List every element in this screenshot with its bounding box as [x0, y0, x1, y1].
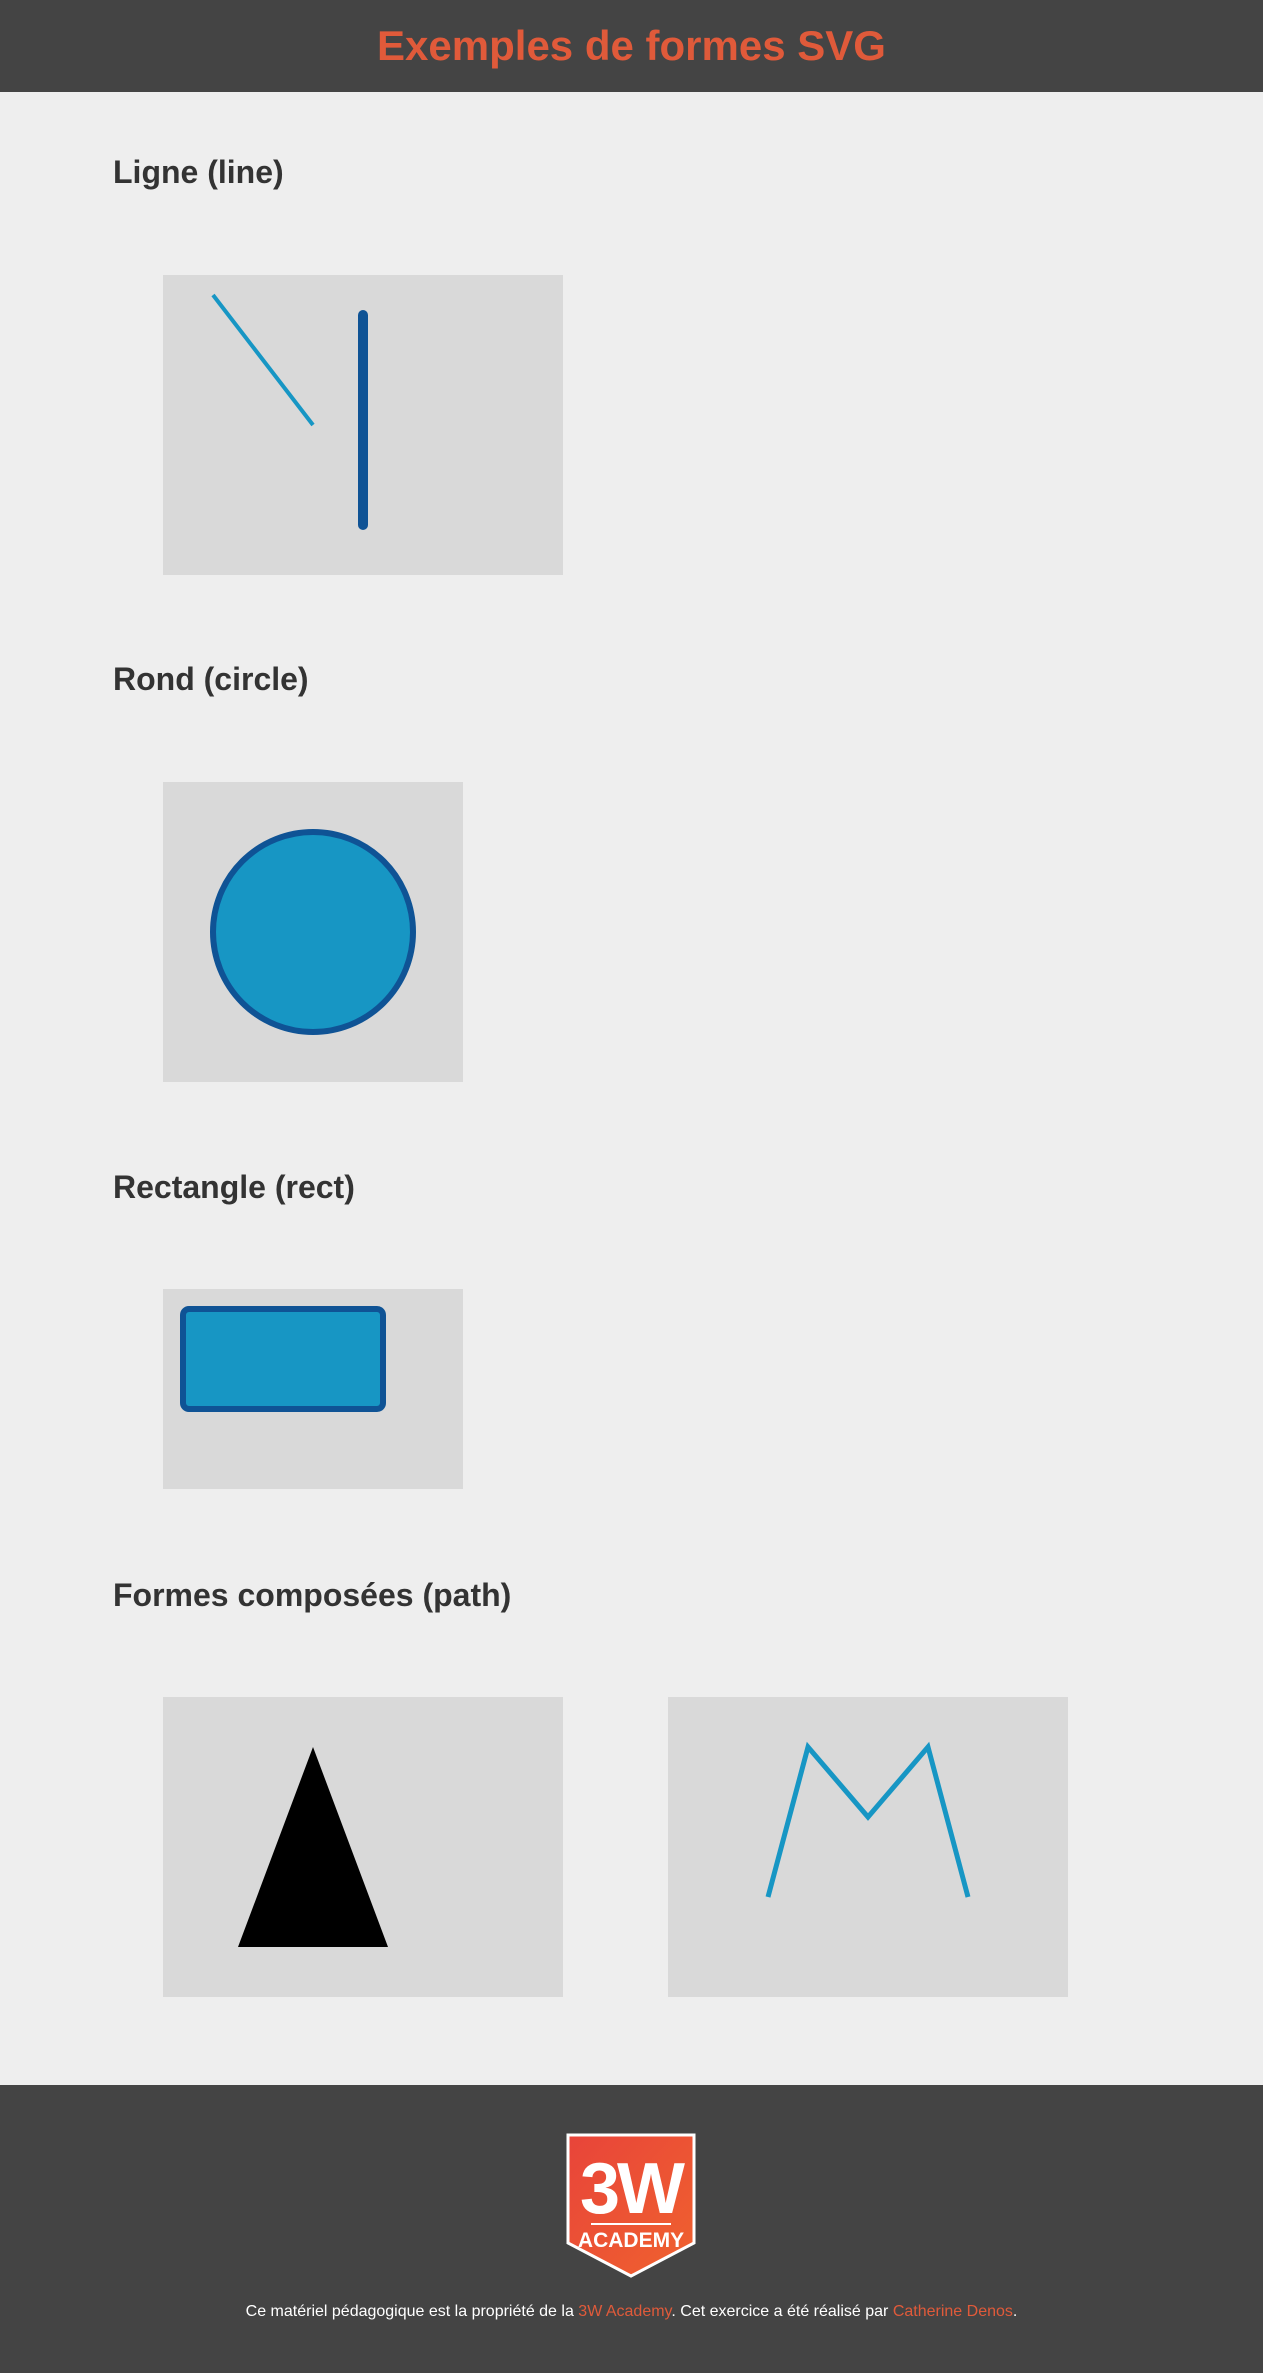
- rect-example-svg: [180, 1306, 386, 1412]
- section-title-circle: Rond (circle): [113, 661, 309, 697]
- credits-suffix: .: [1012, 2303, 1018, 2320]
- triangle-path: [238, 1747, 388, 1947]
- credits-prefix: Ce matériel pédagogique est la propriété…: [245, 2303, 579, 2320]
- academy-link[interactable]: 3W Academy: [578, 2303, 671, 2320]
- line-example-box: [163, 275, 563, 575]
- path-m-svg: [765, 1741, 971, 1898]
- logo-text-3w: 3W: [580, 2149, 685, 2229]
- section-title-line: Ligne (line): [113, 154, 284, 190]
- footer-credits: Ce matériel pédagogique est la propriété…: [0, 2303, 1263, 2321]
- page-title: Exemples de formes SVG: [377, 22, 886, 69]
- path-triangle-box: [163, 1697, 563, 1997]
- credits-middle: . Cet exercice a été réalisé par: [671, 2303, 893, 2320]
- section-title-path: Formes composées (path): [113, 1577, 512, 1613]
- page-footer: 3W ACADEMY Ce matériel pédagogique est l…: [0, 2085, 1263, 2373]
- path-triangle-svg: [238, 1747, 388, 1947]
- circle-shape: [210, 829, 416, 1035]
- m-shape-path: [765, 1741, 971, 1898]
- rect-shape: [180, 1306, 386, 1412]
- author-link[interactable]: Catherine Denos: [893, 2303, 1013, 2320]
- thin-line: [211, 293, 315, 427]
- path-m-box: [668, 1697, 1068, 1997]
- rect-example-box: [163, 1289, 463, 1489]
- section-title-rect: Rectangle (rect): [113, 1169, 355, 1205]
- page-header: Exemples de formes SVG: [0, 0, 1263, 92]
- logo-text-academy: ACADEMY: [578, 2229, 684, 2252]
- 3w-academy-logo[interactable]: 3W ACADEMY: [566, 2133, 696, 2278]
- line-example-svg: [211, 293, 368, 530]
- circle-example-box: [163, 782, 463, 1082]
- circle-example-svg: [210, 829, 416, 1035]
